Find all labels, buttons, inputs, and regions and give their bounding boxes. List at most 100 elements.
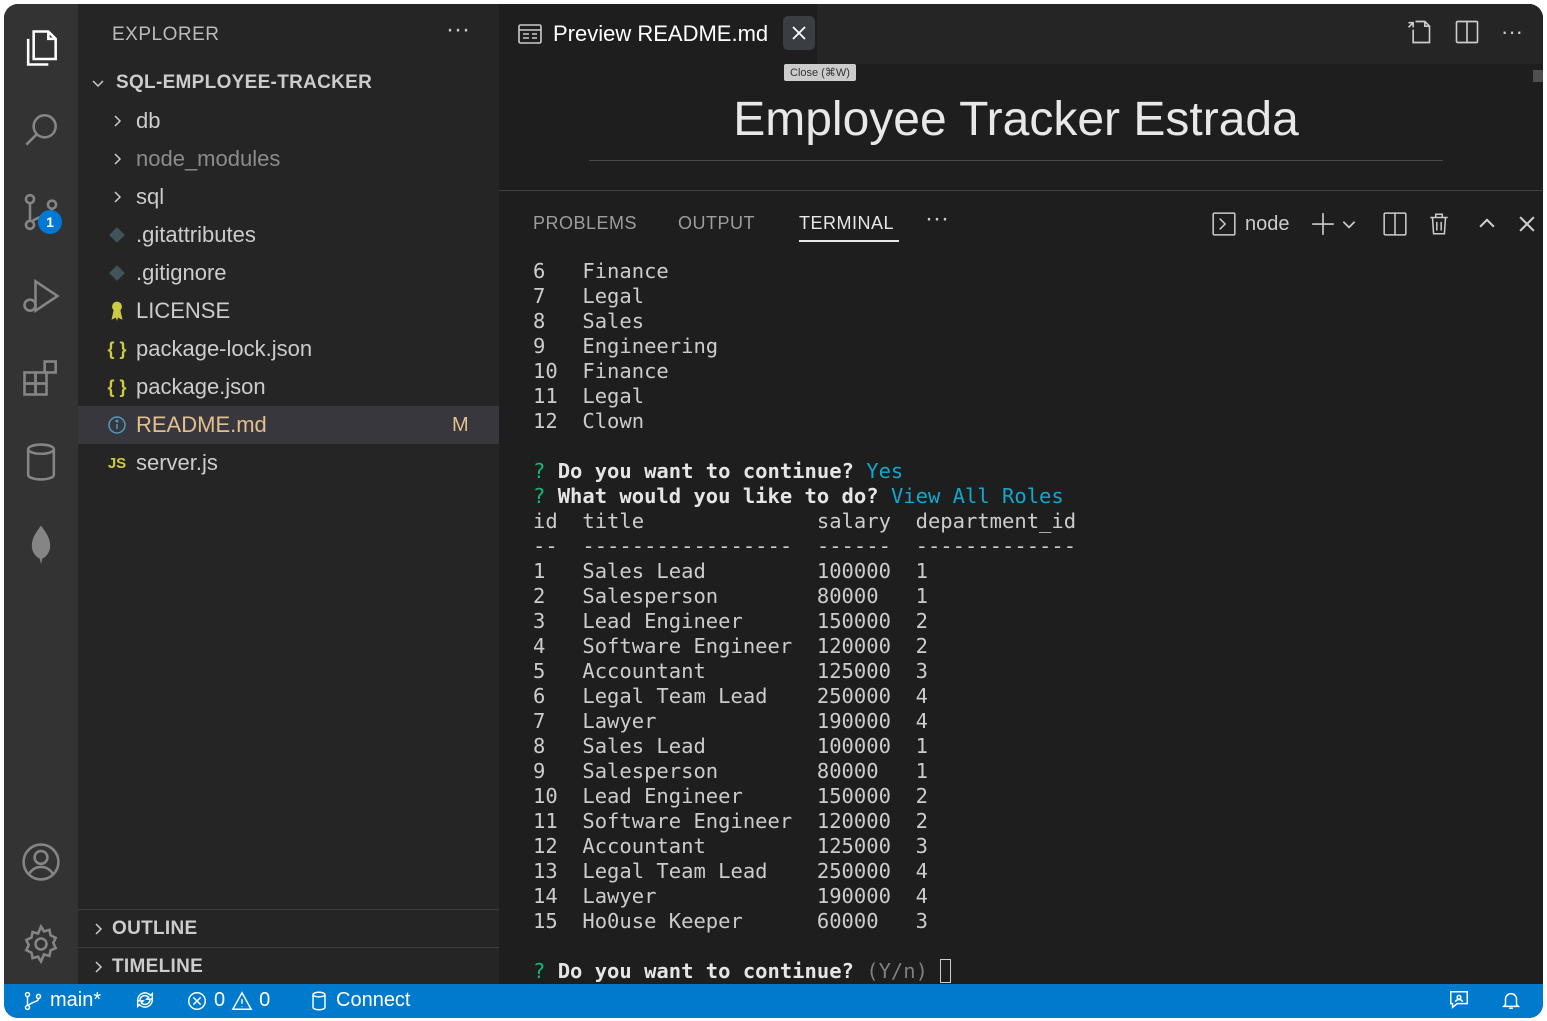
- role-cell: Accountant: [582, 834, 817, 858]
- preview-scrollbar[interactable]: [1533, 70, 1543, 82]
- license-ribbon-icon: [104, 298, 130, 324]
- separator-cell: --: [533, 534, 583, 558]
- chevron-up-icon[interactable]: [1476, 213, 1498, 235]
- close-panel-icon[interactable]: [1516, 213, 1538, 235]
- more-actions-button[interactable]: ···: [1501, 19, 1523, 45]
- feedback-button[interactable]: [1448, 989, 1470, 1011]
- files-icon[interactable]: [4, 16, 78, 80]
- tree-item-readme[interactable]: README.md M: [78, 406, 499, 444]
- outline-section[interactable]: OUTLINE: [78, 909, 499, 947]
- json-file-icon: { }: [107, 338, 127, 359]
- department-row: 6 Finance: [533, 259, 1533, 284]
- role-cell: Legal Team Lead: [582, 859, 817, 883]
- explorer-more-button[interactable]: ···: [446, 16, 470, 44]
- role-row: 9 Salesperson 80000 1: [533, 759, 1533, 784]
- prompt-question: Do you want to continue?: [557, 959, 867, 983]
- role-cell: 120000: [816, 809, 916, 833]
- header-cell: salary: [816, 509, 916, 533]
- panel-more-button[interactable]: ···: [925, 205, 949, 233]
- prompt-mark: ?: [533, 959, 558, 983]
- tab-close-button[interactable]: [783, 16, 815, 50]
- tab-problems[interactable]: PROBLEMS: [533, 213, 637, 234]
- role-cell: Software Engineer: [582, 634, 817, 658]
- tree-item-gitignore[interactable]: .gitignore: [78, 254, 499, 292]
- prompt-question: Do you want to continue?: [557, 459, 867, 483]
- sync-button[interactable]: [134, 989, 156, 1011]
- tree-item-label: node_modules: [136, 146, 281, 171]
- scm-badge: 1: [38, 210, 62, 234]
- source-control-icon[interactable]: 1: [4, 180, 78, 244]
- tab-preview-readme[interactable]: Preview README.md: [499, 4, 817, 64]
- split-terminal-icon[interactable]: [1382, 211, 1408, 237]
- chevron-down-icon: [88, 73, 108, 93]
- role-cell: Legal Team Lead: [582, 684, 817, 708]
- header-cell: title: [582, 509, 817, 533]
- search-icon[interactable]: [4, 98, 78, 162]
- tree-item-node-modules[interactable]: node_modules: [78, 140, 499, 178]
- problems-indicator[interactable]: 0 0: [186, 989, 270, 1012]
- open-source-icon[interactable]: [1405, 18, 1433, 46]
- tree-item-sql[interactable]: sql: [78, 178, 499, 216]
- extensions-icon[interactable]: [4, 346, 78, 410]
- panel-actions: node: [1211, 209, 1538, 239]
- timeline-section[interactable]: TIMELINE: [78, 947, 499, 985]
- department-row: 10 Finance: [533, 359, 1533, 384]
- role-cell: 80000: [816, 584, 916, 608]
- bell-icon: [1501, 992, 1521, 1009]
- role-row: 12 Accountant 125000 3: [533, 834, 1533, 859]
- warning-count: 0: [259, 989, 271, 1011]
- preview-heading: Employee Tracker Estrada: [733, 93, 1299, 146]
- warning-icon: [231, 990, 253, 1010]
- editor-area: Preview README.md ··· Close (⌘W) Employe…: [499, 4, 1543, 984]
- chevron-right-icon: [104, 184, 130, 210]
- cell-name: Finance: [582, 359, 669, 383]
- tree-item-package-json[interactable]: { } package.json: [78, 368, 499, 406]
- role-row: 10 Lead Engineer 150000 2: [533, 784, 1533, 809]
- split-editor-icon[interactable]: [1453, 18, 1481, 46]
- role-row: 1 Sales Lead 100000 1: [533, 559, 1533, 584]
- explorer-header: EXPLORER ···: [78, 4, 499, 64]
- project-root[interactable]: SQL-EMPLOYEE-TRACKER: [78, 64, 499, 102]
- role-cell: 250000: [816, 684, 916, 708]
- separator-cell: -------------: [915, 534, 1077, 558]
- prompt-mark: ?: [533, 484, 558, 508]
- connect-button[interactable]: Connect: [308, 989, 411, 1012]
- close-icon: [792, 26, 806, 40]
- account-icon[interactable]: [4, 830, 78, 894]
- role-row: 2 Salesperson 80000 1: [533, 584, 1533, 609]
- tab-terminal[interactable]: TERMINAL: [799, 213, 894, 234]
- notifications-button[interactable]: [1500, 989, 1522, 1011]
- database-icon[interactable]: [4, 430, 78, 494]
- terminal-name[interactable]: node: [1245, 213, 1290, 236]
- tree-item-license[interactable]: LICENSE: [78, 292, 499, 330]
- department-row: 7 Legal: [533, 284, 1533, 309]
- role-cell: 13: [533, 859, 583, 883]
- trash-icon[interactable]: [1426, 211, 1452, 237]
- project-name: SQL-EMPLOYEE-TRACKER: [116, 72, 373, 93]
- settings-gear-icon[interactable]: [4, 912, 78, 976]
- run-debug-icon[interactable]: [4, 264, 78, 328]
- role-cell: 1: [915, 584, 928, 608]
- git-branch-icon: [24, 991, 42, 1010]
- role-cell: Lawyer: [582, 884, 817, 908]
- tab-output[interactable]: OUTPUT: [678, 213, 755, 234]
- mongodb-leaf-icon[interactable]: [4, 512, 78, 576]
- tree-item-db[interactable]: db: [78, 102, 499, 140]
- chevron-right-icon: [88, 919, 108, 939]
- tree-item-gitattributes[interactable]: .gitattributes: [78, 216, 499, 254]
- chevron-down-icon[interactable]: [1340, 215, 1358, 233]
- chevron-right-icon: [88, 957, 108, 977]
- sync-icon: [136, 991, 154, 1009]
- tree-item-package-lock[interactable]: { } package-lock.json: [78, 330, 499, 368]
- cell-name: Clown: [582, 409, 645, 433]
- branch-indicator[interactable]: main*: [22, 989, 101, 1012]
- role-cell: Salesperson: [582, 584, 817, 608]
- add-terminal-icon[interactable]: [1310, 211, 1336, 237]
- role-cell: 3: [915, 834, 928, 858]
- terminal-output[interactable]: 6 Finance 7 Legal 8 Sales 9 Engineering 10 F…: [533, 259, 1533, 984]
- tree-item-label: .gitignore: [136, 260, 227, 285]
- department-row: 9 Engineering: [533, 334, 1533, 359]
- activity-bar: 1: [4, 4, 78, 984]
- feedback-icon: [1450, 991, 1468, 1009]
- tree-item-server-js[interactable]: JS server.js: [78, 444, 499, 482]
